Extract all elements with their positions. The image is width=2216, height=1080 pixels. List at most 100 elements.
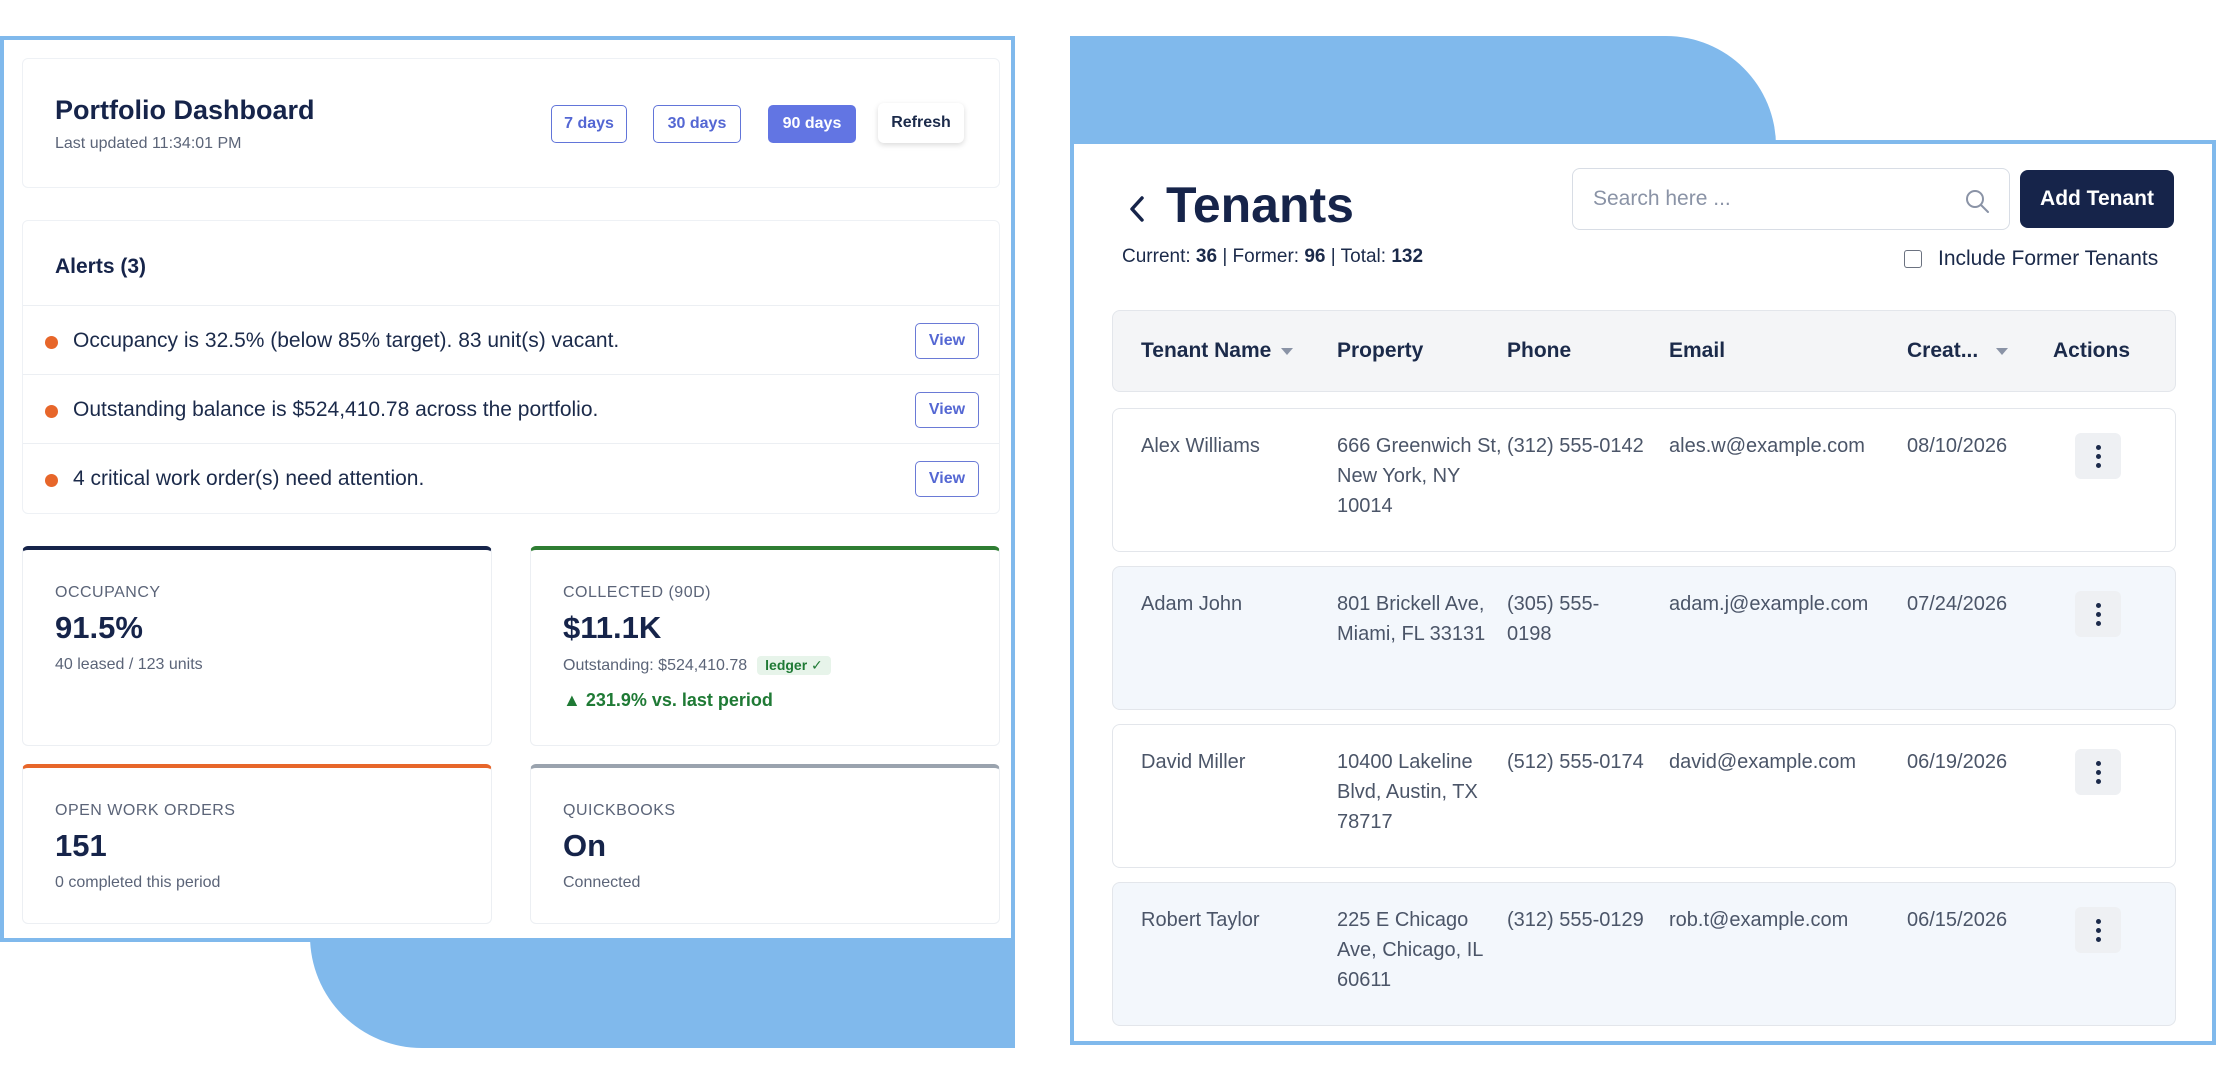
table-row[interactable]: Adam John 801 Brickell Ave, Miami, FL 33… xyxy=(1112,566,2176,710)
quickbooks-card: QUICKBOOKS On Connected xyxy=(530,764,1000,924)
page-title: Portfolio Dashboard xyxy=(55,95,315,125)
stat-value: 91.5% xyxy=(55,610,143,645)
stat-label: OCCUPANCY xyxy=(55,584,161,601)
sort-down-icon[interactable] xyxy=(1996,347,2009,355)
column-label: Tenant Name xyxy=(1141,339,1272,362)
table-row-partial xyxy=(1112,1042,2176,1045)
search-icon[interactable] xyxy=(1963,187,1991,215)
column-label: Property xyxy=(1337,339,1424,362)
alert-text: Outstanding balance is $524,410.78 acros… xyxy=(73,398,599,421)
dashboard-header: Portfolio Dashboard Last updated 11:34:0… xyxy=(22,58,1000,188)
email-cell: david@example.com xyxy=(1669,751,1857,773)
alert-item: Outstanding balance is $524,410.78 acros… xyxy=(23,374,999,443)
column-label: Email xyxy=(1669,339,1726,362)
collected-card: COLLECTED (90D) $11.1K Outstanding: $524… xyxy=(530,546,1000,746)
alert-text: Occupancy is 32.5% (below 85% target). 8… xyxy=(73,329,620,352)
former-count: 96 xyxy=(1304,246,1326,267)
alerts-title: Alerts (3) xyxy=(55,255,147,278)
alert-dot-icon xyxy=(45,405,58,418)
row-actions-menu-icon[interactable] xyxy=(2075,591,2121,637)
table-header: Tenant Name Property Phone Email Creat..… xyxy=(1112,310,2176,392)
table-row[interactable]: David Miller 10400 Lakeline Blvd, Austin… xyxy=(1112,724,2176,868)
phone-cell: (312) 555-0129 xyxy=(1507,909,1644,931)
column-header-tenant-name[interactable]: Tenant Name xyxy=(1141,339,1294,363)
property-cell: 225 E Chicago Ave, Chicago, IL 60611 xyxy=(1337,909,1483,991)
view-alert-button[interactable]: View xyxy=(915,323,979,359)
tenant-name-cell: David Miller xyxy=(1141,751,1246,773)
tenant-name-cell: Alex Williams xyxy=(1141,435,1260,457)
email-cell: adam.j@example.com xyxy=(1669,593,1869,615)
stat-value: 151 xyxy=(55,828,107,863)
email-cell: rob.t@example.com xyxy=(1669,909,1849,931)
include-former-label[interactable]: Include Former Tenants xyxy=(1938,247,2158,271)
column-header-created[interactable]: Creat... xyxy=(1907,339,2009,363)
tenant-name-cell: Robert Taylor xyxy=(1141,909,1260,931)
ledger-badge: ledger ✓ xyxy=(757,656,831,675)
stat-value: On xyxy=(563,828,607,863)
created-cell: 08/10/2026 xyxy=(1907,435,2008,457)
trend-text: ▲ 231.9% vs. last period xyxy=(563,690,773,710)
stat-label: COLLECTED (90D) xyxy=(563,584,711,601)
alerts-card: Alerts (3) Occupancy is 32.5% (below 85%… xyxy=(22,220,1000,514)
sort-down-icon[interactable] xyxy=(1281,347,1294,355)
tenant-name-cell: Adam John xyxy=(1141,593,1243,615)
last-updated-text: Last updated 11:34:01 PM xyxy=(55,135,242,152)
phone-cell: (312) 555-0142 xyxy=(1507,435,1644,457)
tenants-panel: Tenants Current: 36 | Former: 96 | Total… xyxy=(1070,140,2216,1045)
stat-label: OPEN WORK ORDERS xyxy=(55,802,236,819)
table-row[interactable]: Alex Williams 666 Greenwich St, New York… xyxy=(1112,408,2176,552)
phone-cell: (305) 555-0198 xyxy=(1507,593,1600,645)
decorative-blue-shape-left xyxy=(310,936,1015,1048)
row-actions-menu-icon[interactable] xyxy=(2075,907,2121,953)
email-cell: ales.w@example.com xyxy=(1669,435,1865,457)
column-label: Phone xyxy=(1507,339,1572,362)
page-title: Tenants xyxy=(1166,177,1354,233)
column-header-actions: Actions xyxy=(2053,339,2130,363)
view-alert-button[interactable]: View xyxy=(915,392,979,428)
table-row[interactable]: Robert Taylor 225 E Chicago Ave, Chicago… xyxy=(1112,882,2176,1026)
property-cell: 666 Greenwich St, New York, NY 10014 xyxy=(1337,435,1502,517)
property-cell: 10400 Lakeline Blvd, Austin, TX 78717 xyxy=(1337,751,1478,833)
back-chevron-icon[interactable] xyxy=(1122,194,1152,224)
column-label: Actions xyxy=(2053,339,2131,362)
total-count: 132 xyxy=(1391,246,1424,267)
alert-text: 4 critical work order(s) need attention. xyxy=(73,467,425,490)
current-count: 36 xyxy=(1195,246,1218,267)
range-90-days-button[interactable]: 90 days xyxy=(768,105,856,143)
stat-label: QUICKBOOKS xyxy=(563,802,676,819)
alert-dot-icon xyxy=(45,336,58,349)
range-7-days-button[interactable]: 7 days xyxy=(551,105,627,143)
stat-sub: 0 completed this period xyxy=(55,874,221,891)
stat-sub-outstanding: Outstanding: $524,410.78 ledger ✓ xyxy=(563,656,831,675)
row-actions-menu-icon[interactable] xyxy=(2075,749,2121,795)
column-header-email: Email xyxy=(1669,339,1725,363)
add-tenant-button[interactable]: Add Tenant xyxy=(2020,170,2174,228)
row-actions-menu-icon[interactable] xyxy=(2075,433,2121,479)
created-cell: 07/24/2026 xyxy=(1907,593,2008,615)
outstanding-text: Outstanding: $524,410.78 xyxy=(563,657,748,674)
phone-cell: (512) 555-0174 xyxy=(1507,751,1644,773)
stat-sub: 40 leased / 123 units xyxy=(55,656,203,673)
range-30-days-button[interactable]: 30 days xyxy=(653,105,741,143)
column-label: Creat... xyxy=(1907,339,1979,362)
view-alert-button[interactable]: View xyxy=(915,461,979,497)
search-box xyxy=(1572,168,2010,230)
column-header-phone: Phone xyxy=(1507,339,1571,363)
created-cell: 06/15/2026 xyxy=(1907,909,2008,931)
column-header-property: Property xyxy=(1337,339,1423,363)
work-orders-card: OPEN WORK ORDERS 151 0 completed this pe… xyxy=(22,764,492,924)
alert-item: 4 critical work order(s) need attention.… xyxy=(23,443,999,512)
refresh-button[interactable]: Refresh xyxy=(878,103,964,143)
portfolio-dashboard-panel: Portfolio Dashboard Last updated 11:34:0… xyxy=(0,36,1015,942)
former-label: | Former: xyxy=(1222,246,1300,267)
tenant-counts: Current: 36 | Former: 96 | Total: 132 xyxy=(1122,246,1423,268)
alert-dot-icon xyxy=(45,474,58,487)
property-cell: 801 Brickell Ave, Miami, FL 33131 xyxy=(1337,593,1486,645)
alert-item: Occupancy is 32.5% (below 85% target). 8… xyxy=(23,305,999,374)
created-cell: 06/19/2026 xyxy=(1907,751,2008,773)
occupancy-card: OCCUPANCY 91.5% 40 leased / 123 units xyxy=(22,546,492,746)
current-label: Current: xyxy=(1122,246,1191,267)
total-label: | Total: xyxy=(1330,246,1387,267)
search-input[interactable] xyxy=(1593,185,1953,213)
include-former-checkbox[interactable] xyxy=(1904,250,1922,268)
